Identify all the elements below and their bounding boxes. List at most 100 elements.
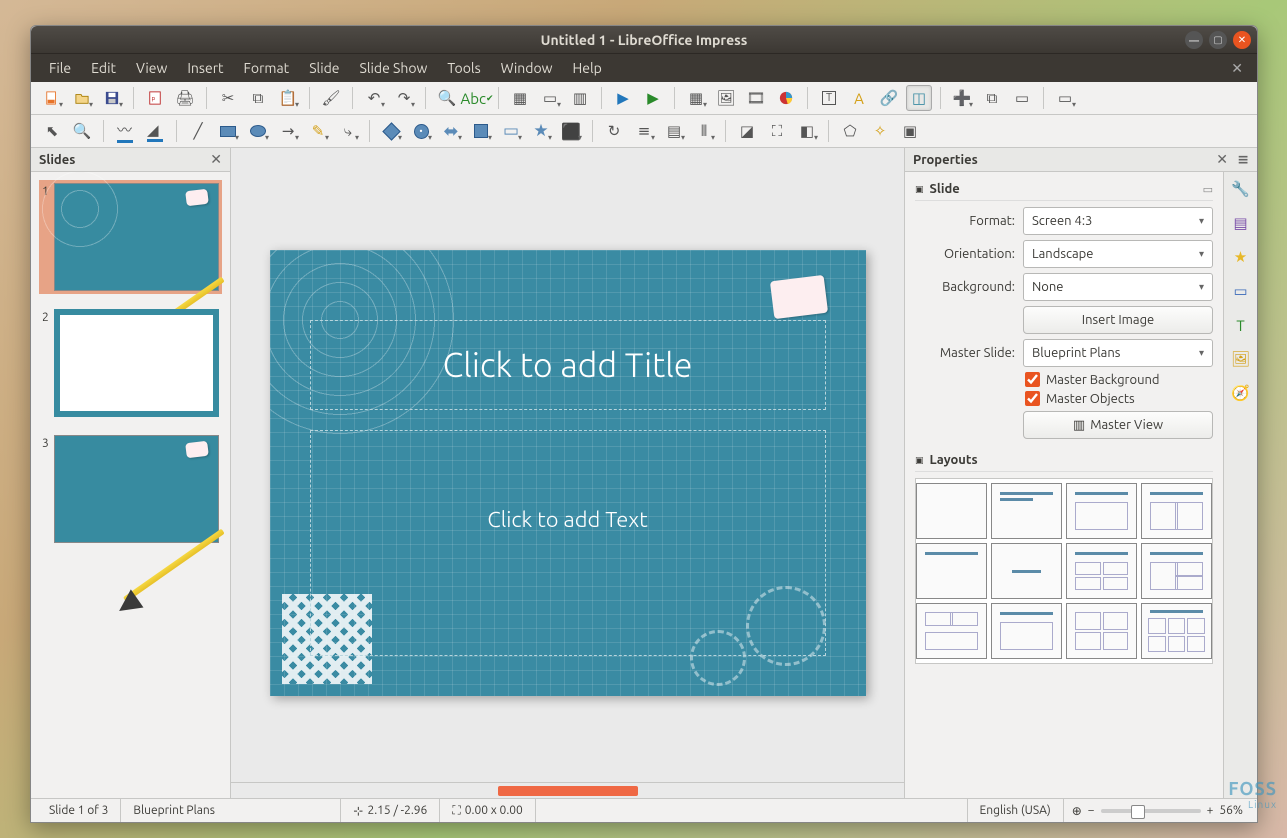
slides-panel-close[interactable]: ✕ xyxy=(210,151,222,168)
grid-button[interactable]: ▦ xyxy=(507,85,533,111)
rotate-tool[interactable]: ↻ xyxy=(601,118,627,144)
show-draw-functions-button[interactable]: ◫ xyxy=(906,85,932,111)
line-tool[interactable]: ╱ xyxy=(185,118,211,144)
master-objects-checkbox[interactable] xyxy=(1025,391,1040,406)
3d-objects-tool[interactable]: ⬛ xyxy=(558,118,584,144)
background-select[interactable]: None xyxy=(1023,273,1213,301)
new-doc-button[interactable] xyxy=(39,85,65,111)
paste-button[interactable]: 📋 xyxy=(275,85,301,111)
slide-layout-button[interactable]: ▭ xyxy=(1052,85,1078,111)
properties-panel-close[interactable]: ✕ xyxy=(1216,151,1228,167)
close-document-button[interactable]: ✕ xyxy=(1225,58,1249,79)
menu-insert[interactable]: Insert xyxy=(177,56,233,80)
expand-icon[interactable]: ▭ xyxy=(1203,183,1213,196)
zoom-pan-tool[interactable]: 🔍 xyxy=(69,118,95,144)
slide-list[interactable]: 1 2 3 xyxy=(31,172,230,798)
crop-tool[interactable]: ⛶ xyxy=(764,118,790,144)
curve-tool[interactable]: ✎ xyxy=(305,118,331,144)
layout-v2[interactable] xyxy=(991,603,1062,659)
close-button[interactable]: ✕ xyxy=(1233,31,1251,49)
connector-tool[interactable]: ⤷ xyxy=(335,118,361,144)
fill-color-button[interactable]: ◢ xyxy=(142,118,168,144)
image-button[interactable]: 🖼 xyxy=(713,85,739,111)
gluepoints-tool[interactable]: ✧ xyxy=(867,118,893,144)
fontwork-button[interactable]: A xyxy=(846,85,872,111)
symbol-shapes-tool[interactable]: • xyxy=(408,118,434,144)
slide-thumb-2[interactable]: 2 xyxy=(39,306,222,420)
save-button[interactable] xyxy=(99,85,125,111)
extrusion-tool[interactable]: ▣ xyxy=(897,118,923,144)
fit-page-button[interactable]: ⊕ xyxy=(1072,804,1082,818)
menu-format[interactable]: Format xyxy=(234,56,300,80)
master-slide-button[interactable]: ▥ xyxy=(567,85,593,111)
zoom-in-button[interactable]: + xyxy=(1207,804,1214,817)
master-background-checkbox[interactable] xyxy=(1025,372,1040,387)
sidebar-gallery-tab[interactable]: 🖼 xyxy=(1228,346,1254,372)
menu-window[interactable]: Window xyxy=(491,56,563,80)
block-arrows-tool[interactable]: ⬌ xyxy=(438,118,464,144)
table-button[interactable]: ▦ xyxy=(683,85,709,111)
slide-thumb-3[interactable]: 3 xyxy=(39,432,222,546)
sidebar-transition-tab[interactable]: ★ xyxy=(1228,244,1254,270)
layout-centered[interactable] xyxy=(991,543,1062,599)
open-button[interactable] xyxy=(69,85,95,111)
sidebar-master-tab[interactable]: T xyxy=(1228,312,1254,338)
delete-slide-button[interactable]: ▭ xyxy=(1009,85,1035,111)
layout-title[interactable] xyxy=(991,483,1062,539)
clone-format-button[interactable]: 🖌 xyxy=(318,85,344,111)
menu-view[interactable]: View xyxy=(126,56,177,80)
ellipse-tool[interactable] xyxy=(245,118,271,144)
menu-slide[interactable]: Slide xyxy=(299,56,349,80)
layouts-section-header[interactable]: ▣ Layouts xyxy=(915,449,1213,472)
find-replace-button[interactable]: 🔍 xyxy=(434,85,460,111)
status-language[interactable]: English (USA) xyxy=(968,799,1064,822)
arrow-tool[interactable]: → xyxy=(275,118,301,144)
copy-button[interactable]: ⧉ xyxy=(245,85,271,111)
zoom-out-button[interactable]: − xyxy=(1088,804,1095,817)
layout-2x2[interactable] xyxy=(1066,543,1137,599)
minimize-button[interactable]: — xyxy=(1185,31,1203,49)
stars-tool[interactable]: ★ xyxy=(528,118,554,144)
menu-help[interactable]: Help xyxy=(563,56,612,80)
slide-canvas[interactable]: Click to add Title Click to add Text xyxy=(270,250,866,696)
master-view-button[interactable]: ▥ Master View xyxy=(1023,411,1213,439)
status-master[interactable]: Blueprint Plans xyxy=(121,799,341,822)
maximize-button[interactable]: ▢ xyxy=(1209,31,1227,49)
chart-button[interactable] xyxy=(773,85,799,111)
select-tool[interactable]: ⬉ xyxy=(39,118,65,144)
slide-section-header[interactable]: ▣ Slide ▭ xyxy=(915,178,1213,201)
layout-title-only[interactable] xyxy=(916,543,987,599)
media-button[interactable]: 🎞 xyxy=(743,85,769,111)
menu-file[interactable]: File xyxy=(39,56,81,80)
align-tool[interactable]: ≡ xyxy=(631,118,657,144)
layout-1-2[interactable] xyxy=(1141,543,1212,599)
master-slide-select[interactable]: Blueprint Plans xyxy=(1023,339,1213,367)
status-slide[interactable]: Slide 1 of 3 xyxy=(37,799,121,822)
title-placeholder[interactable]: Click to add Title xyxy=(310,320,826,410)
spellcheck-button[interactable]: Abc✔ xyxy=(464,85,490,111)
display-views-button[interactable]: ▭ xyxy=(537,85,563,111)
format-select[interactable]: Screen 4:3 xyxy=(1023,207,1213,235)
sidebar-animation-tab[interactable]: ▭ xyxy=(1228,278,1254,304)
slide-thumb-1[interactable]: 1 xyxy=(39,180,222,294)
print-button[interactable]: 🖨 xyxy=(172,85,198,111)
menu-tools[interactable]: Tools xyxy=(437,56,490,80)
redo-button[interactable]: ↷ xyxy=(391,85,417,111)
distribute-tool[interactable]: ⫴ xyxy=(691,118,717,144)
sidebar-properties-tab[interactable]: 🔧 xyxy=(1228,176,1254,202)
layout-two-content[interactable] xyxy=(1141,483,1212,539)
arrange-tool[interactable]: ▤ xyxy=(661,118,687,144)
points-tool[interactable]: ⬠ xyxy=(837,118,863,144)
zoom-slider[interactable] xyxy=(1101,809,1201,813)
cut-button[interactable]: ✂ xyxy=(215,85,241,111)
insert-image-button[interactable]: Insert Image xyxy=(1023,306,1213,334)
horizontal-scrollbar[interactable] xyxy=(231,782,904,798)
layout-2-1[interactable] xyxy=(916,603,987,659)
export-pdf-button[interactable]: P xyxy=(142,85,168,111)
basic-shapes-tool[interactable] xyxy=(378,118,404,144)
line-color-button[interactable]: 〰 xyxy=(112,118,138,144)
layout-blank[interactable] xyxy=(916,483,987,539)
start-current-button[interactable]: ▶ xyxy=(640,85,666,111)
callout-tool[interactable]: ▭ xyxy=(498,118,524,144)
new-slide-button[interactable]: ➕ xyxy=(949,85,975,111)
